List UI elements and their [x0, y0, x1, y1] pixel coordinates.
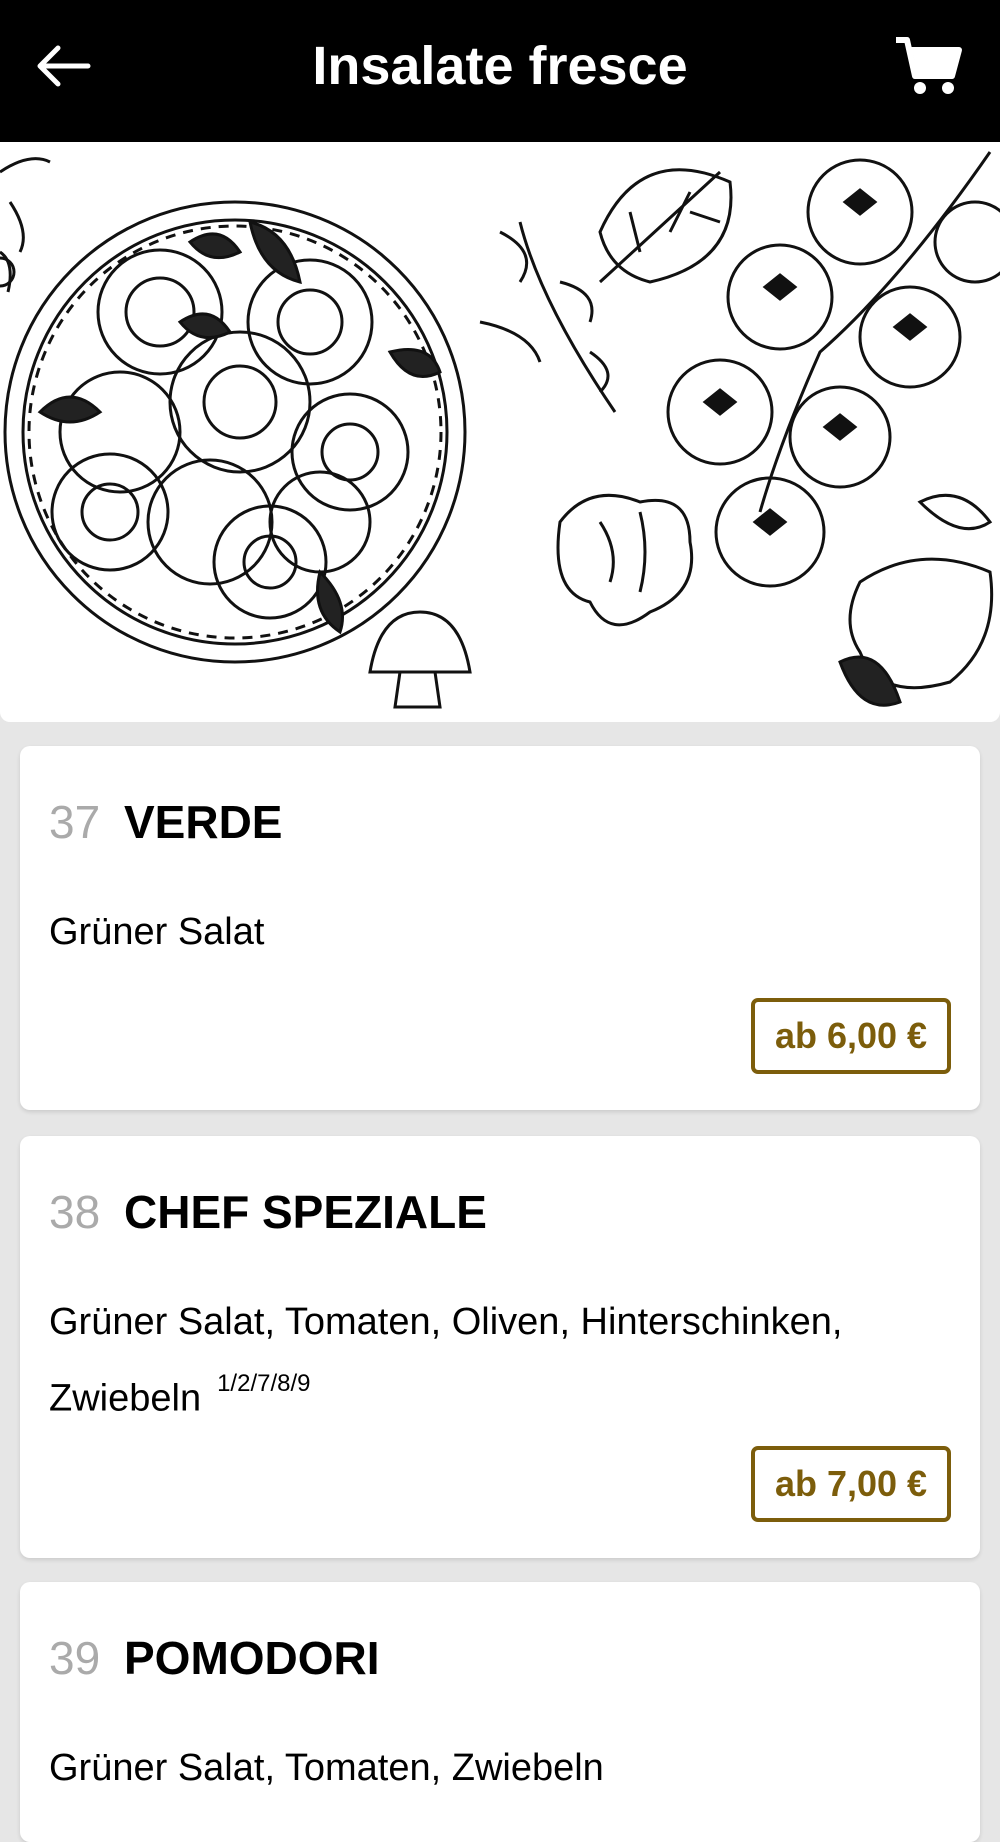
item-description: Grüner Salat	[49, 898, 929, 966]
hero-image	[0, 142, 1000, 722]
item-number: 37	[49, 796, 101, 848]
item-name: POMODORI	[124, 1632, 380, 1684]
menu-item-card[interactable]: 39 POMODORI Grüner Salat, Tomaten, Zwieb…	[20, 1582, 980, 1842]
item-description: Grüner Salat, Tomaten, Zwiebeln	[49, 1734, 929, 1802]
item-name: CHEF SPEZIALE	[124, 1186, 487, 1238]
item-description-text: Grüner Salat, Tomaten, Oliven, Hintersch…	[49, 1301, 843, 1420]
salad-illustration	[0, 151, 1000, 709]
item-number: 38	[49, 1186, 101, 1238]
item-name: VERDE	[124, 796, 283, 848]
item-description-text: Grüner Salat, Tomaten, Zwiebeln	[49, 1747, 604, 1789]
shopping-cart-icon	[896, 37, 962, 94]
cart-button[interactable]	[892, 30, 964, 102]
price-button[interactable]: ab 6,00 €	[751, 998, 951, 1074]
item-number: 39	[49, 1632, 101, 1684]
menu-item-card[interactable]: 37 VERDE Grüner Salat ab 6,00 €	[20, 746, 980, 1110]
allergen-codes: 1/2/7/8/9	[217, 1370, 311, 1397]
price-button[interactable]: ab 7,00 €	[751, 1446, 951, 1522]
item-description-text: Grüner Salat	[49, 911, 265, 953]
app-header: Insalate fresce	[0, 0, 1000, 142]
page-title: Insalate fresce	[312, 36, 688, 96]
item-description: Grüner Salat, Tomaten, Oliven, Hintersch…	[49, 1288, 929, 1433]
menu-item-card[interactable]: 38 CHEF SPEZIALE Grüner Salat, Tomaten, …	[20, 1136, 980, 1558]
